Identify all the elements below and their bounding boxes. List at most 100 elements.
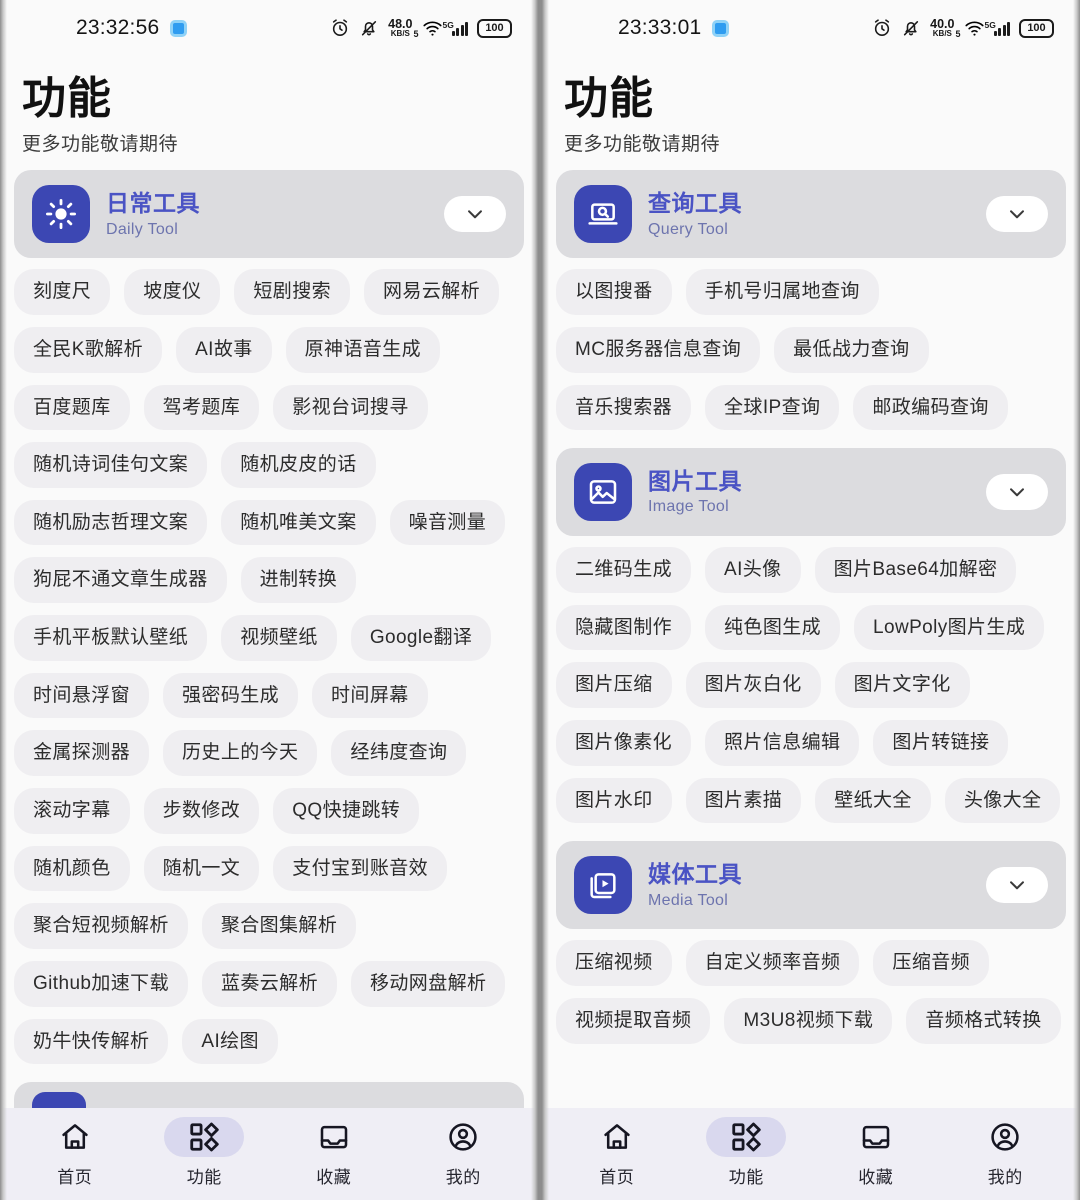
- tool-chip[interactable]: 驾考题库: [143, 384, 260, 431]
- tool-chip[interactable]: 百度题库: [14, 384, 130, 431]
- category-english-name: Image Tool: [648, 498, 729, 516]
- category-card[interactable]: 查询工具 Query Tool: [556, 170, 1066, 259]
- content-scroll-area[interactable]: 日常工具 Daily Tool 刻度尺 坡度仪 短剧搜索 网易云解析全民K歌解析 AI故事原…: [0, 170, 538, 1108]
- tool-chip[interactable]: 强密码生成: [163, 672, 299, 719]
- category-text: 图片工具 Image Tool: [648, 468, 970, 517]
- tool-chip[interactable]: 最低战力查询: [774, 326, 929, 373]
- tool-chip[interactable]: 滚动字幕: [14, 788, 130, 834]
- category-card[interactable]: 图片工具 Image Tool: [556, 448, 1066, 537]
- tab-label: 功能: [186, 1167, 222, 1187]
- tool-chip[interactable]: 蓝奏云解析: [201, 960, 337, 1007]
- bell-mute-icon: [901, 18, 921, 38]
- tool-chip[interactable]: 网易云解析: [364, 269, 500, 315]
- chip-row: 滚动字幕 步数修改 QQ快捷跳转: [14, 788, 420, 834]
- tool-chip[interactable]: 图片转链接: [873, 720, 1009, 766]
- tool-chip[interactable]: 图片文字化: [834, 662, 970, 709]
- user-circle-icon: [965, 1117, 1045, 1157]
- tool-chip[interactable]: 坡度仪: [124, 269, 221, 315]
- tool-chip[interactable]: Google翻译: [350, 615, 492, 661]
- tool-chip[interactable]: 聚合短视频解析: [14, 903, 188, 949]
- tool-chip[interactable]: 经纬度查询: [331, 730, 467, 777]
- tool-chip[interactable]: 时间悬浮窗: [14, 672, 150, 719]
- tool-chip[interactable]: 狗屁不通文章生成器: [14, 557, 227, 604]
- tool-chip[interactable]: AI故事: [176, 326, 272, 373]
- tool-chip[interactable]: AI绘图: [182, 1018, 278, 1065]
- tool-chip[interactable]: 随机一文: [143, 845, 260, 892]
- tool-chip[interactable]: 纯色图生成: [705, 604, 841, 651]
- tab-inbox[interactable]: 收藏: [286, 1117, 382, 1188]
- tool-chip[interactable]: 压缩音频: [873, 940, 990, 987]
- tab-home[interactable]: 首页: [27, 1117, 123, 1188]
- tool-chip[interactable]: 移动网盘解析: [351, 960, 506, 1007]
- tool-chip[interactable]: 视频壁纸: [221, 615, 337, 661]
- chip-group: 以图搜番 手机号归属地查询 MC服务器信息查询 最低战力查询音乐搜索器 全球IP查询 邮政…: [556, 269, 1066, 442]
- screen-recording-indicator-icon: [170, 19, 188, 37]
- tool-chip[interactable]: 金属探测器: [14, 730, 150, 777]
- tab-inbox[interactable]: 收藏: [828, 1117, 924, 1188]
- tool-chip[interactable]: 历史上的今天: [163, 730, 318, 777]
- tool-chip[interactable]: 随机皮皮的话: [221, 442, 376, 488]
- tab-label: 首页: [57, 1167, 93, 1187]
- tool-chip[interactable]: 照片信息编辑: [705, 720, 860, 766]
- tool-chip[interactable]: 随机诗词佳句文案: [14, 442, 208, 488]
- tool-chip[interactable]: 时间屏幕: [312, 672, 428, 719]
- chip-row: 狗屁不通文章生成器 进制转换: [14, 557, 357, 604]
- tool-chip[interactable]: 手机平板默认壁纸: [14, 615, 208, 661]
- tool-chip[interactable]: 步数修改: [143, 788, 260, 834]
- category-card[interactable]: 日常工具 Daily Tool: [14, 170, 524, 259]
- tab-grid-apps[interactable]: 功能: [698, 1116, 794, 1188]
- tool-chip[interactable]: 图片压缩: [556, 662, 672, 709]
- tool-chip[interactable]: 图片水印: [556, 777, 672, 824]
- tool-chip[interactable]: 视频提取音频: [556, 998, 711, 1044]
- tool-chip[interactable]: 音频格式转换: [906, 998, 1061, 1044]
- category-card-next-partial[interactable]: [14, 1082, 524, 1108]
- tool-chip[interactable]: 随机励志哲理文案: [14, 499, 208, 546]
- tool-chip[interactable]: 图片灰白化: [685, 662, 821, 709]
- tool-chip[interactable]: 以图搜番: [556, 269, 672, 315]
- tool-chip[interactable]: 邮政编码查询: [853, 384, 1008, 431]
- tool-chip[interactable]: 聚合图集解析: [201, 903, 357, 949]
- tool-chip[interactable]: 支付宝到账音效: [273, 845, 448, 892]
- tool-chip[interactable]: M3U8视频下载: [724, 998, 893, 1044]
- tab-label: 收藏: [858, 1167, 894, 1187]
- tool-chip[interactable]: 头像大全: [944, 777, 1061, 824]
- status-clock: 23:33:01: [618, 16, 702, 39]
- category-collapse-toggle[interactable]: [986, 474, 1048, 511]
- tool-chip[interactable]: 自定义频率音频: [685, 940, 860, 987]
- tool-chip[interactable]: QQ快捷跳转: [273, 788, 420, 834]
- category-card[interactable]: 媒体工具 Media Tool: [556, 841, 1066, 930]
- tool-chip[interactable]: 压缩视频: [556, 940, 672, 987]
- tool-chip[interactable]: 隐藏图制作: [556, 604, 692, 651]
- tool-chip[interactable]: 壁纸大全: [815, 777, 931, 824]
- tool-chip[interactable]: 随机唯美文案: [221, 499, 376, 546]
- tool-chip[interactable]: 原神语音生成: [285, 326, 441, 373]
- tool-chip[interactable]: 二维码生成: [556, 547, 692, 593]
- tool-chip[interactable]: 全民K歌解析: [14, 326, 163, 373]
- tool-chip[interactable]: LowPoly图片生成: [854, 604, 1045, 651]
- tool-chip[interactable]: 图片Base64加解密: [814, 547, 1017, 593]
- tool-chip[interactable]: MC服务器信息查询: [556, 326, 761, 373]
- chip-row: 随机颜色 随机一文 支付宝到账音效: [14, 845, 448, 892]
- tool-chip[interactable]: 噪音测量: [389, 499, 506, 546]
- tab-user-circle[interactable]: 我的: [415, 1117, 511, 1188]
- tab-home[interactable]: 首页: [569, 1117, 665, 1188]
- category-collapse-toggle[interactable]: [986, 867, 1048, 904]
- tool-chip[interactable]: 随机颜色: [14, 845, 130, 892]
- tab-user-circle[interactable]: 我的: [957, 1117, 1053, 1188]
- tool-chip[interactable]: 奶牛快传解析: [14, 1018, 169, 1065]
- tool-chip[interactable]: 音乐搜索器: [556, 384, 692, 431]
- tool-chip[interactable]: 图片素描: [685, 777, 802, 824]
- tool-chip[interactable]: 全球IP查询: [705, 384, 840, 431]
- tool-chip[interactable]: 进制转换: [240, 557, 357, 604]
- category-collapse-toggle[interactable]: [444, 196, 506, 233]
- tool-chip[interactable]: 影视台词搜寻: [273, 384, 428, 431]
- tool-chip[interactable]: 短剧搜索: [234, 269, 351, 315]
- tool-chip[interactable]: 手机号归属地查询: [685, 269, 879, 315]
- tool-chip[interactable]: 刻度尺: [14, 269, 111, 315]
- tool-chip[interactable]: 图片像素化: [556, 720, 692, 766]
- category-collapse-toggle[interactable]: [986, 196, 1048, 233]
- tool-chip[interactable]: AI头像: [705, 547, 801, 593]
- content-scroll-area[interactable]: 查询工具 Query Tool 以图搜番 手机号归属地查询 MC服务器信息查询 最低战力查…: [542, 170, 1080, 1108]
- tool-chip[interactable]: Github加速下载: [14, 960, 188, 1007]
- tab-grid-apps[interactable]: 功能: [156, 1116, 252, 1188]
